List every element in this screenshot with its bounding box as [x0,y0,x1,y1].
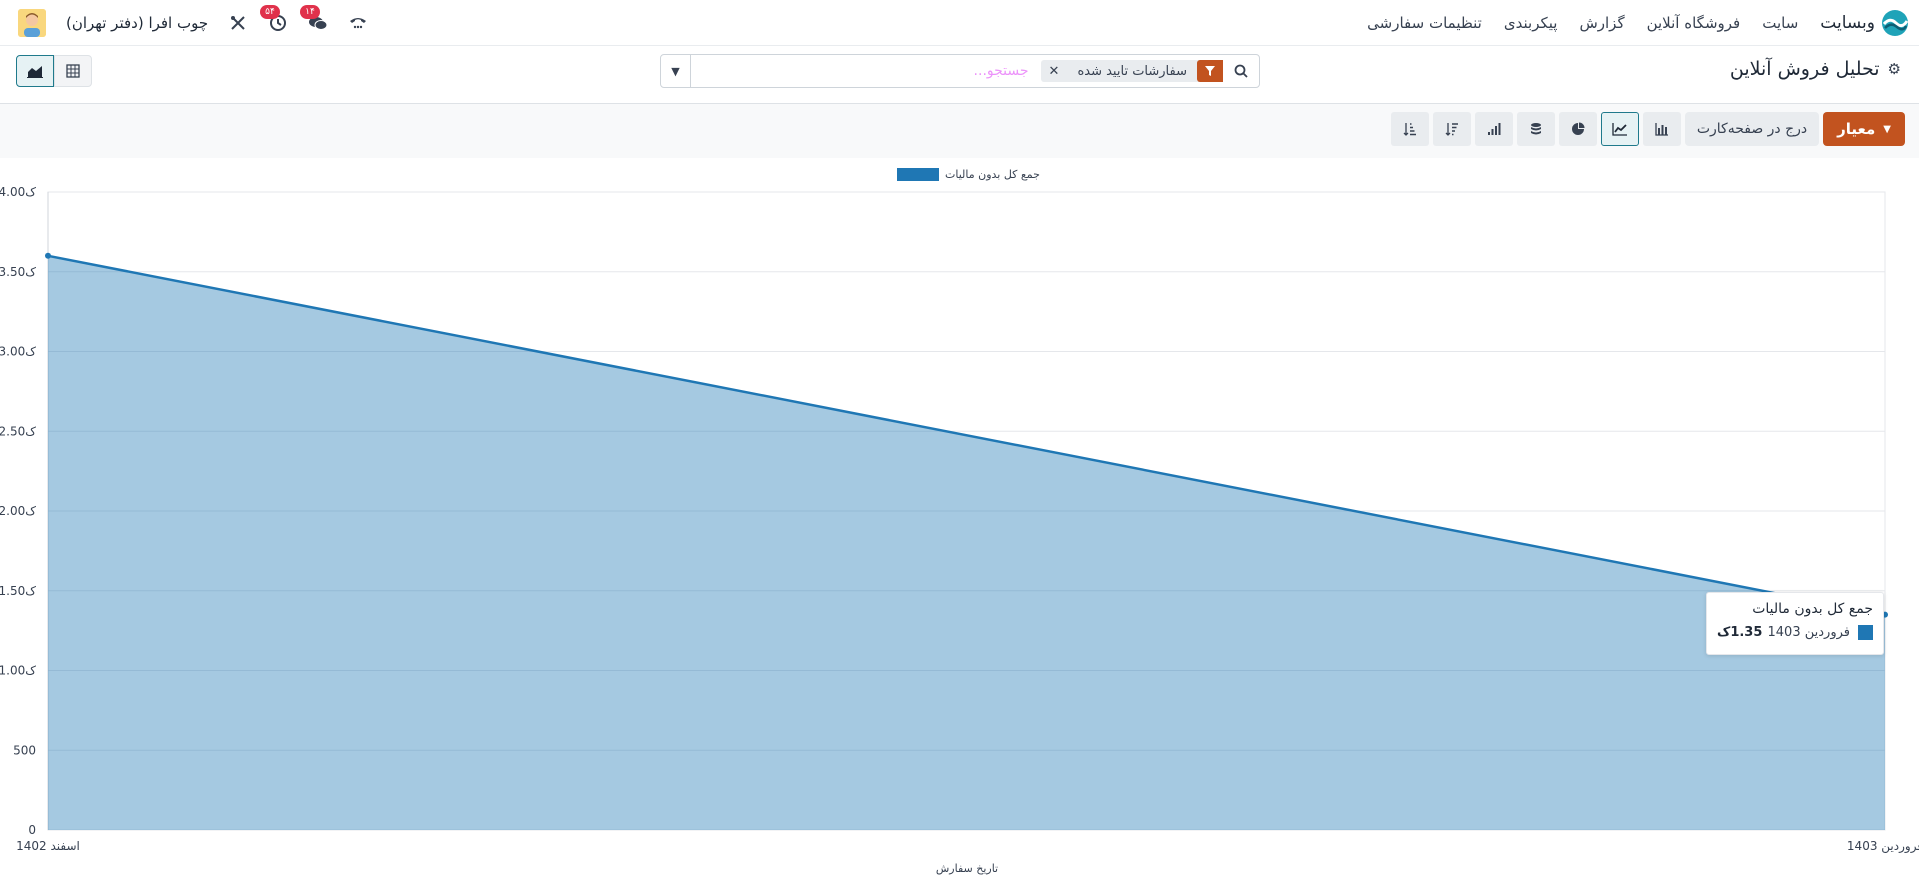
toolbar-buttons: معیار ▼ درج در صفحه‌کارت [1390,112,1905,146]
debug-tools-icon[interactable] [228,13,248,33]
menu-online-shop[interactable]: فروشگاه آنلاین [1647,14,1741,32]
activities-badge: ۵۴ [260,5,280,19]
view-switcher [16,55,92,87]
menu-site[interactable]: سایت [1762,14,1798,32]
cumulative-bars-icon [1487,123,1501,135]
activities-clock-icon[interactable]: ۵۴ [260,5,288,33]
y-tick-label: 0 [28,823,36,837]
phone-icon[interactable] [348,13,368,33]
messages-chat-icon[interactable]: ۱۴ [300,5,328,33]
search-options-toggle-icon[interactable]: ▼ [661,55,691,87]
page-title-wrap: تحلیل فروش آنلاین ⚙ [1730,58,1901,80]
pie-chart-button[interactable] [1558,112,1597,146]
search-bar: سفارشات تایید شده ✕ ▼ [660,54,1260,88]
page-title: تحلیل فروش آنلاین [1729,58,1880,80]
line-chart-icon [1612,123,1627,136]
gear-icon[interactable]: ⚙ [1888,60,1901,78]
top-navbar: وبسایت سایت فروشگاه آنلاین گزارش پیکربند… [0,0,1919,46]
avatar[interactable] [18,9,46,37]
pie-chart-icon [1571,122,1585,135]
cumulative-button[interactable] [1474,112,1513,146]
y-tick-label: 1.50ک [0,584,36,598]
y-tick-label: 500 [13,743,36,757]
sort-ascending-icon [1403,123,1416,136]
menu-custom-settings[interactable]: تنظیمات سفارشی [1367,14,1482,32]
measures-label: معیار [1837,120,1876,138]
filter-icon [1197,60,1223,82]
app-name[interactable]: وبسایت [1820,13,1875,33]
app-logo-icon[interactable] [1881,9,1909,37]
facet-label: سفارشات تایید شده [1077,63,1187,79]
x-tick-label: فروردین 1403 [1847,839,1919,854]
search-icon[interactable] [1223,55,1259,87]
table-grid-icon [66,64,80,78]
area-chart-icon [27,66,43,78]
search-input[interactable] [691,56,1035,86]
line-chart-button[interactable] [1600,112,1639,146]
graph-toolbar: معیار ▼ درج در صفحه‌کارت [0,104,1919,158]
menu-report[interactable]: گزارش [1579,14,1624,32]
y-tick-label: 3.00ک [0,345,36,359]
x-axis-label: تاریخ سفارش [936,862,998,875]
pivot-view-button[interactable] [54,55,92,87]
graph-view-button[interactable] [16,55,54,87]
database-stack-icon [1530,123,1541,135]
user-avatar-icon [18,9,46,37]
tooltip-title: جمع کل بدون مالیات [1752,601,1873,617]
nav-left: چوب افرا (دفتر تهران) ۵۴ ۱۴ [18,0,368,46]
nav-right: وبسایت سایت فروشگاه آنلاین گزارش پیکربند… [1345,0,1909,46]
control-panel: تحلیل فروش آنلاین ⚙ سفارشات تایید شده ✕ … [0,46,1919,104]
series-area [48,255,1885,831]
measures-button[interactable]: معیار ▼ [1823,112,1905,146]
sort-descending-button[interactable] [1432,112,1471,146]
bar-chart-button[interactable] [1642,112,1681,146]
sort-descending-icon [1445,123,1458,136]
tooltip-row: فروردین 1403 1.35ک [1717,625,1873,640]
stacked-button[interactable] [1516,112,1555,146]
y-tick-label: 1.00ک [0,664,36,678]
caret-down-icon: ▼ [1883,123,1891,135]
bar-chart-icon [1655,123,1668,136]
data-point [45,252,51,259]
line-chart: 0 500 1.00ک 1.50ک 2.00ک 2.50ک 3.00ک 3.50ک 4.00ک ا… [0,185,1919,875]
tooltip-label: فروردین 1403 [1767,625,1850,640]
y-tick-label: 3.50ک [0,265,36,279]
sort-ascending-button[interactable] [1390,112,1429,146]
facet-remove-icon[interactable]: ✕ [1041,64,1068,79]
menu-configuration[interactable]: پیکربندی [1504,14,1558,32]
y-tick-label: 4.00ک [0,185,36,199]
y-tick-label: 2.00ک [0,504,36,518]
company-switcher[interactable]: چوب افرا (دفتر تهران) [66,14,208,32]
chart-area: جمع کل بدون مالیات 0 500 1.00ک 1.50ک 2.00ک 2.… [0,158,1919,882]
tooltip-swatch [1858,625,1873,640]
insert-in-spreadsheet-button[interactable]: درج در صفحه‌کارت [1684,112,1820,146]
tooltip-value: 1.35ک [1717,625,1763,640]
messages-badge: ۱۴ [300,5,320,19]
chart-tooltip: جمع کل بدون مالیات فروردین 1403 1.35ک [1706,592,1884,655]
y-tick-label: 2.50ک [0,424,36,438]
x-tick-label: اسفند 1402 [16,839,80,853]
search-facet: سفارشات تایید شده ✕ [1040,60,1223,82]
